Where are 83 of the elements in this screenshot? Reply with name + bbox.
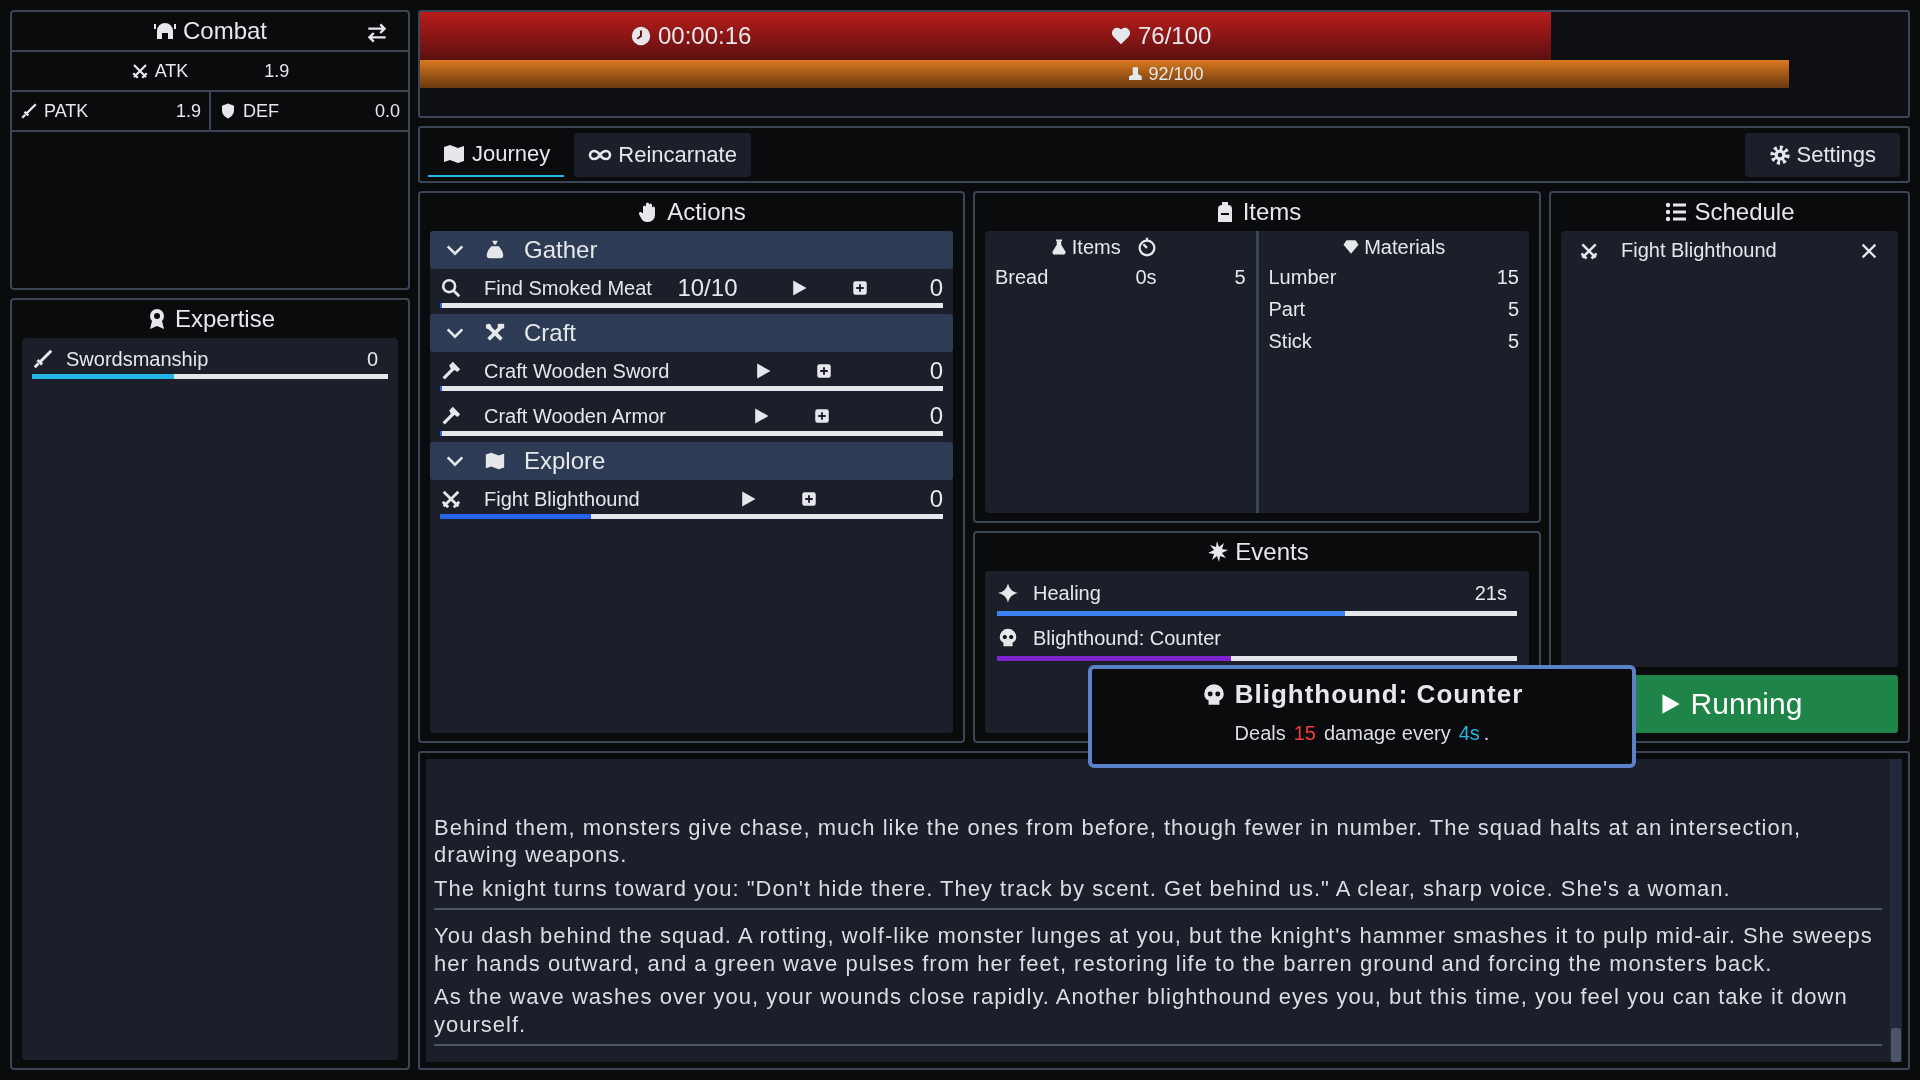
- action-group-header[interactable]: Gather: [430, 231, 953, 269]
- elapsed-time: 00:00:16: [658, 22, 752, 50]
- schedule-entry: Fight Blighthound: [1621, 239, 1777, 262]
- event-time: 21s: [1474, 581, 1508, 605]
- add-button[interactable]: [815, 362, 834, 380]
- action-name: Find Smoked Meat: [484, 276, 652, 300]
- skull-icon: [997, 627, 1019, 649]
- heart-icon: [1110, 25, 1132, 47]
- column-header: Items: [1071, 235, 1121, 259]
- action-name: Fight Blighthound: [484, 487, 640, 511]
- add-button[interactable]: [851, 279, 870, 297]
- action-name: Craft Wooden Sword: [484, 359, 670, 383]
- stat-value: 0.0: [374, 100, 400, 122]
- crossed-swords-icon: [130, 62, 149, 80]
- stat-value: 1.9: [264, 60, 290, 82]
- column-header: Materials: [1364, 235, 1446, 259]
- panel-title: Events: [1235, 538, 1309, 566]
- panel-title: Actions: [667, 198, 746, 226]
- group-name: Craft: [524, 319, 576, 347]
- stat-label: PATK: [44, 100, 89, 122]
- action-value: 0: [928, 274, 943, 302]
- action-value: 0: [928, 357, 943, 385]
- tab[interactable]: Reincarnate: [574, 132, 751, 177]
- flask-icon: [1049, 238, 1068, 256]
- plus-icon: [800, 490, 819, 508]
- stat-label: ATK: [154, 60, 189, 82]
- hammer-icon: [440, 405, 462, 427]
- gem-icon: [1342, 238, 1361, 256]
- skill-name: Swordsmanship: [66, 347, 209, 371]
- panel-title: Expertise: [174, 305, 275, 333]
- material-name: Part: [1268, 297, 1306, 321]
- story-paragraph: You dash behind the squad. A rotting, wolf-like monster lunges at you, but the knight's hammer smashes it to pulp mid-air. She sweeps her hands outward, and a green wave pulses from her feet, restoring life to the barren ground and forcing the monsters back.: [434, 922, 1874, 977]
- sword-icon: [32, 348, 54, 370]
- sword-icon: [20, 102, 38, 120]
- item-name: Bread: [995, 265, 1049, 289]
- skill-value: 0: [366, 347, 379, 371]
- group-name: Explore: [524, 447, 606, 475]
- material-name: Stick: [1268, 329, 1312, 353]
- add-button[interactable]: [813, 407, 832, 425]
- item-time: 0s: [1135, 265, 1158, 289]
- material-name: Lumber: [1268, 265, 1337, 289]
- action-group-header[interactable]: Craft: [430, 314, 953, 352]
- clock-icon: [630, 25, 652, 47]
- action-group-header[interactable]: Explore: [430, 442, 953, 480]
- panel-title: Items: [1242, 198, 1302, 226]
- stat-value: 1.9: [175, 100, 201, 122]
- stat-label: DEF: [243, 100, 279, 122]
- plus-icon: [851, 279, 870, 297]
- material-count: 15: [1496, 265, 1519, 289]
- story-paragraph: As the wave washes over you, your wounds close rapidly. Another blighthound eyes you, but this time, you feel you can take it down yourself.: [434, 983, 1849, 1038]
- hammer-icon: [440, 360, 462, 382]
- panel-title: Schedule: [1694, 198, 1795, 226]
- tooltip-text: Deals 15 damage every 4s .: [1234, 722, 1490, 745]
- plus-icon: [813, 407, 832, 425]
- health-value: 76/100: [1138, 22, 1212, 50]
- add-button[interactable]: [800, 490, 819, 508]
- scrollbar[interactable]: [1890, 759, 1902, 1062]
- material-count: 5: [1507, 329, 1519, 353]
- material-count: 5: [1507, 297, 1519, 321]
- list-icon: [1664, 200, 1689, 224]
- event-name: Healing: [1033, 581, 1101, 605]
- search-icon: [440, 277, 462, 299]
- story-paragraph: The knight turns toward you: "Don't hide there. They track by scent. Get behind us." A clear, sharp voice. She's a woman.: [434, 874, 1732, 902]
- panel-title: Combat: [182, 17, 267, 45]
- tooltip-title: Blighthound: Counter: [1234, 679, 1524, 710]
- action-count: 10/10: [677, 274, 739, 302]
- map-icon: [484, 450, 506, 472]
- action-value: 0: [928, 402, 943, 430]
- group-name: Gather: [524, 236, 598, 264]
- action-name: Craft Wooden Armor: [484, 404, 666, 428]
- story-paragraph: Behind them, monsters give chase, much like the ones from before, though fewer in number. The squad halts at an intersection, drawing weapons.: [434, 813, 1803, 869]
- action-value: 0: [928, 485, 943, 513]
- shield-icon: [219, 102, 237, 120]
- crossed-swords-icon: [440, 488, 462, 510]
- plus-icon: [815, 362, 834, 380]
- settings-icon: [1768, 143, 1791, 166]
- stamina-value: 92/100: [1148, 63, 1204, 85]
- tab[interactable]: Journey: [428, 132, 565, 177]
- item-count: 5: [1233, 265, 1246, 289]
- sack-icon: [484, 239, 506, 261]
- event-name: Blighthound: Counter: [1033, 626, 1221, 650]
- settings-button[interactable]: Settings: [1744, 132, 1900, 177]
- sparkle-icon: [997, 582, 1019, 604]
